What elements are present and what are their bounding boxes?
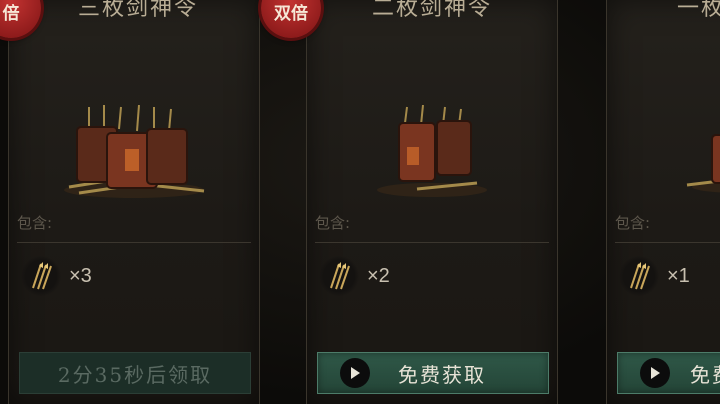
reward-item: ×2 [319, 254, 390, 298]
claim-countdown-button[interactable]: 2分35秒后领取 [19, 352, 251, 394]
card-title: 一枚 [677, 0, 720, 21]
button-label: 免费获取 [398, 362, 486, 387]
card-title: 二枚剑神令 [371, 0, 492, 21]
arrow-quiver-icon [377, 105, 487, 197]
reward-quantity: ×1 [667, 264, 690, 287]
contains-label: 包含: [315, 214, 351, 232]
divider [615, 242, 720, 243]
arrow-quiver-icon [686, 134, 720, 193]
card-title: 三枚剑神令 [77, 0, 198, 21]
button-label: 2分35秒后领取 [57, 362, 213, 387]
reward-item: ×3 [21, 254, 92, 298]
arrow-bundle-icon [319, 256, 359, 296]
reward-card-two: 双倍 二枚剑神令 包含: ×2 免费获取 [261, 0, 558, 404]
play-icon [340, 358, 370, 388]
contains-label: 包含: [615, 214, 651, 232]
divider [315, 242, 549, 243]
reward-quantity: ×2 [367, 264, 390, 287]
reward-card-three: 倍 三枚剑神令 包含: ×3 2分35秒后领取 [0, 0, 260, 404]
reward-shop-panel: 倍 三枚剑神令 包含: ×3 2分35秒后领取 双倍 二枚剑神令 包含: ×2 … [0, 0, 720, 404]
divider [17, 242, 251, 243]
reward-item: ×1 [619, 254, 690, 298]
reward-quantity: ×3 [69, 264, 92, 287]
free-claim-button[interactable]: 免费 [617, 352, 720, 394]
arrow-bundle-icon [21, 256, 61, 296]
free-claim-button[interactable]: 免费获取 [317, 352, 549, 394]
arrow-quiver-icon [64, 105, 205, 198]
button-label: 免费 [690, 362, 720, 387]
arrow-bundle-icon [619, 256, 659, 296]
reward-card-one: 一枚 包含: ×1 免费 [606, 0, 720, 404]
contains-label: 包含: [17, 214, 53, 232]
play-icon [640, 358, 670, 388]
